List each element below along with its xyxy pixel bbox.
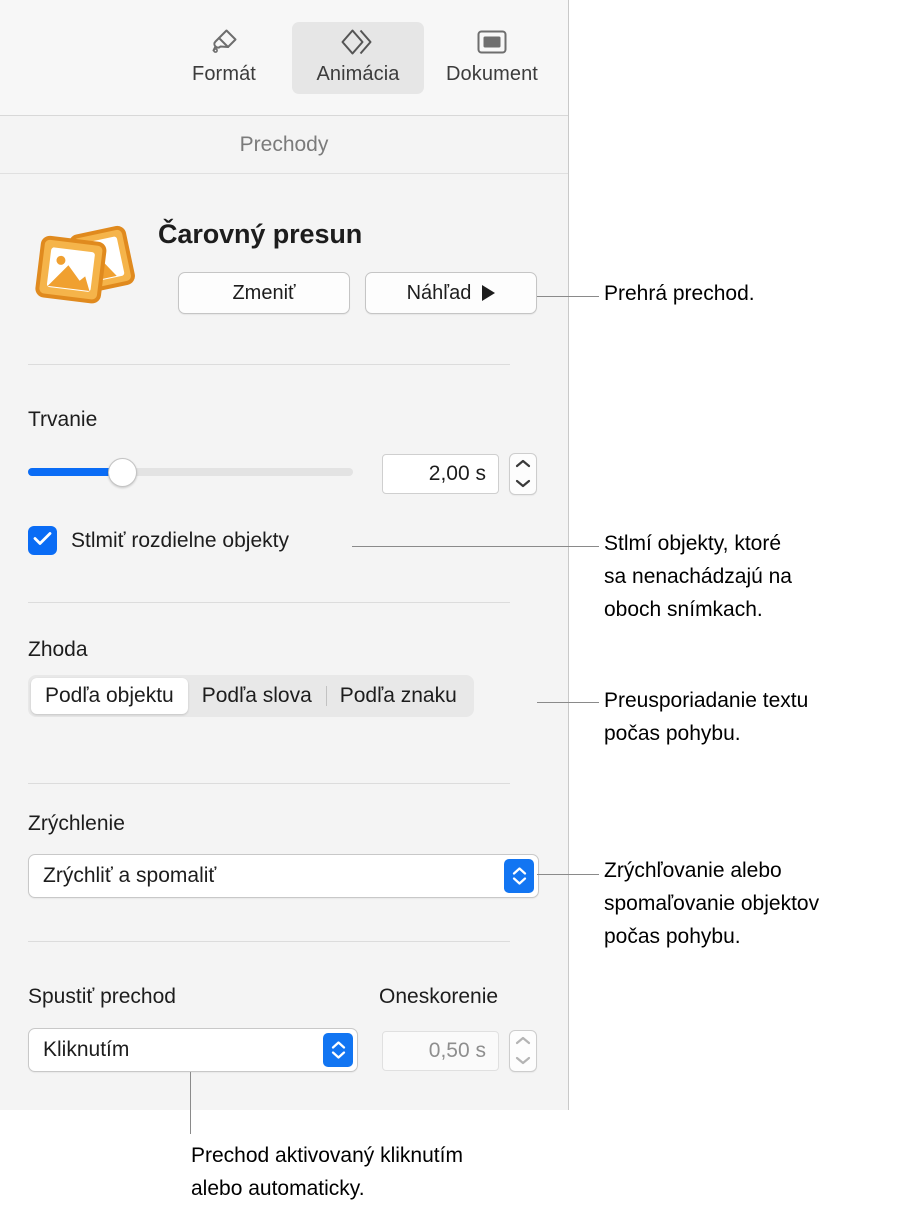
callout-accel-line3: počas pohybu. (604, 925, 741, 948)
callout-match: Preusporiadanie textu počas pohybu. (604, 684, 808, 750)
tab-animation-label: Animácia (316, 63, 400, 85)
stepper-down-icon[interactable] (515, 475, 531, 493)
callout-dim-line3: oboch snímkach. (604, 598, 763, 621)
callout-start-line2: alebo automaticky. (191, 1177, 365, 1200)
match-segment-character[interactable]: Podľa znaku (325, 678, 471, 714)
duration-value: 2,00 s (428, 462, 486, 485)
transition-name: Čarovný presun (158, 219, 363, 249)
callout-leader-line (190, 1072, 191, 1134)
delay-label: Oneskorenie (379, 985, 499, 1008)
callout-preview: Prehrá prechod. (604, 277, 755, 310)
duration-label: Trvanie (28, 408, 98, 431)
change-transition-label: Zmeniť (232, 281, 296, 304)
delay-value: 0,50 s (428, 1039, 486, 1062)
diamonds-icon (340, 22, 376, 62)
preview-transition-label: Náhľad (406, 281, 472, 304)
callout-dim-objects: Stlmí objekty, ktoré sa nenachádzajú na … (604, 527, 792, 626)
match-label: Zhoda (28, 638, 88, 661)
callout-leader-line (537, 874, 599, 875)
divider (28, 602, 510, 603)
checkmark-icon (33, 531, 52, 551)
start-transition-value: Kliknutím (43, 1038, 130, 1061)
callout-accel-line1: Zrýchľovanie alebo (604, 859, 782, 882)
callout-accel-line2: spomaľovanie objektov (604, 892, 820, 915)
callout-leader-line (352, 546, 599, 547)
callout-start-transition: Prechod aktivovaný kliknutím alebo autom… (191, 1139, 463, 1205)
dim-objects-label: Stlmiť rozdielne objekty (71, 528, 289, 552)
popup-chevrons-icon[interactable] (323, 1033, 353, 1067)
duration-slider-knob[interactable] (108, 458, 137, 487)
callout-match-line2: počas pohybu. (604, 722, 741, 745)
inspector-panel: Formát Animácia Dokument Prechody Čarovn… (0, 0, 569, 1110)
screenshot-root: Formát Animácia Dokument Prechody Čarovn… (0, 0, 912, 1218)
stepper-up-icon[interactable] (515, 1032, 531, 1050)
section-header-transitions: Prechody (0, 117, 568, 174)
slide-icon (476, 22, 508, 62)
callout-match-line1: Preusporiadanie textu (604, 689, 809, 712)
acceleration-value: Zrýchliť a spomaliť (43, 864, 217, 887)
duration-slider[interactable] (28, 458, 353, 487)
tab-document-label: Dokument (446, 63, 538, 85)
start-transition-select[interactable]: Kliknutím (28, 1028, 358, 1072)
dim-objects-checkbox[interactable] (28, 526, 57, 555)
change-transition-button[interactable]: Zmeniť (178, 272, 350, 314)
start-transition-label: Spustiť prechod (28, 985, 176, 1008)
stepper-up-icon[interactable] (515, 455, 531, 473)
callout-leader-line (537, 296, 599, 297)
callout-acceleration: Zrýchľovanie alebo spomaľovanie objektov… (604, 854, 819, 953)
callout-start-line1: Prechod aktivovaný kliknutím (191, 1144, 463, 1167)
preview-transition-button[interactable]: Náhľad (365, 272, 537, 314)
section-header-title: Prechody (239, 133, 329, 156)
callout-preview-line1: Prehrá prechod. (604, 282, 755, 305)
photos-icon (28, 221, 138, 313)
tab-animation[interactable]: Animácia (292, 22, 424, 94)
delay-input[interactable]: 0,50 s (382, 1031, 499, 1071)
duration-stepper[interactable] (509, 453, 537, 495)
callout-dim-line2: sa nenachádzajú na (604, 565, 792, 588)
callout-dim-line1: Stlmí objekty, ktoré (604, 532, 782, 555)
inspector-tab-bar: Formát Animácia Dokument (0, 0, 568, 116)
divider (28, 783, 510, 784)
duration-input[interactable]: 2,00 s (382, 454, 499, 494)
match-segment-object[interactable]: Podľa objektu (31, 678, 188, 714)
dim-objects-row[interactable]: Stlmiť rozdielne objekty (28, 526, 289, 555)
match-segment-word[interactable]: Podľa slova (188, 678, 326, 714)
tab-format[interactable]: Formát (158, 22, 290, 94)
popup-chevrons-icon[interactable] (504, 859, 534, 893)
divider (28, 941, 510, 942)
divider (28, 364, 510, 365)
paintbrush-icon (207, 22, 241, 62)
delay-stepper[interactable] (509, 1030, 537, 1072)
acceleration-select[interactable]: Zrýchliť a spomaliť (28, 854, 539, 898)
transition-summary: Čarovný presun Zmeniť Náhľad (0, 175, 568, 362)
acceleration-label: Zrýchlenie (28, 812, 125, 835)
stepper-down-icon[interactable] (515, 1052, 531, 1070)
play-icon (482, 285, 496, 301)
tab-document[interactable]: Dokument (426, 22, 558, 94)
tab-format-label: Formát (192, 63, 256, 85)
match-segmented-control[interactable]: Podľa objektu Podľa slova Podľa znaku (28, 675, 474, 717)
callout-leader-line (537, 702, 599, 703)
